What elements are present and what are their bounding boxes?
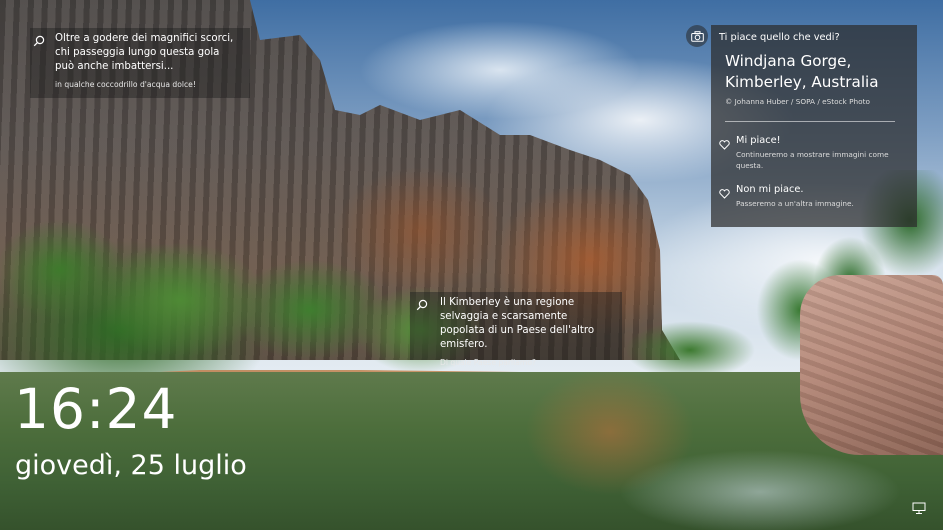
location-title: Windjana Gorge, Kimberley, Australia	[725, 52, 879, 91]
tree-line	[0, 190, 760, 390]
photo-credit: © Johanna Huber / SOPA / eStock Photo	[725, 97, 870, 106]
hint-subtext: in qualche coccodrillo d'acqua dolce!	[55, 80, 196, 89]
network-icon[interactable]	[912, 500, 928, 516]
hint-card-kimberley[interactable]: Il Kimberley è una regione selvaggia e s…	[410, 292, 622, 367]
lock-screen-time: 16:24	[14, 377, 178, 441]
camera-button[interactable]	[686, 25, 708, 47]
hint-text: Il Kimberley è una regione selvaggia e s…	[440, 297, 595, 350]
hint-card-crocodile[interactable]: Oltre a godere dei magnifici scorci, chi…	[30, 28, 250, 98]
search-icon	[29, 31, 49, 51]
like-label: Mi piace!	[736, 135, 781, 146]
spotlight-panel: Ti piace quello che vedi? Windjana Gorge…	[711, 25, 917, 227]
river-rock	[800, 275, 943, 455]
divider	[725, 121, 895, 122]
hint-text: Oltre a godere dei magnifici scorci, chi…	[55, 33, 234, 72]
heart-icon	[719, 184, 730, 203]
heart-icon	[719, 135, 730, 154]
lock-screen-date: giovedì, 25 luglio	[15, 450, 247, 481]
like-description: Continueremo a mostrare immagini come qu…	[736, 150, 889, 170]
panel-heading: Ti piace quello che vedi?	[719, 32, 840, 43]
dislike-description: Passeremo a un'altra immagine.	[736, 199, 854, 208]
dislike-label: Non mi piace.	[736, 184, 804, 195]
like-option[interactable]: Mi piace! Continueremo a mostrare immagi…	[719, 134, 909, 171]
search-icon	[412, 295, 432, 315]
hint-subtext: Di quale Paese parliamo?	[440, 358, 537, 367]
dislike-option[interactable]: Non mi piace. Passeremo a un'altra immag…	[719, 183, 909, 209]
camera-icon	[690, 27, 704, 46]
